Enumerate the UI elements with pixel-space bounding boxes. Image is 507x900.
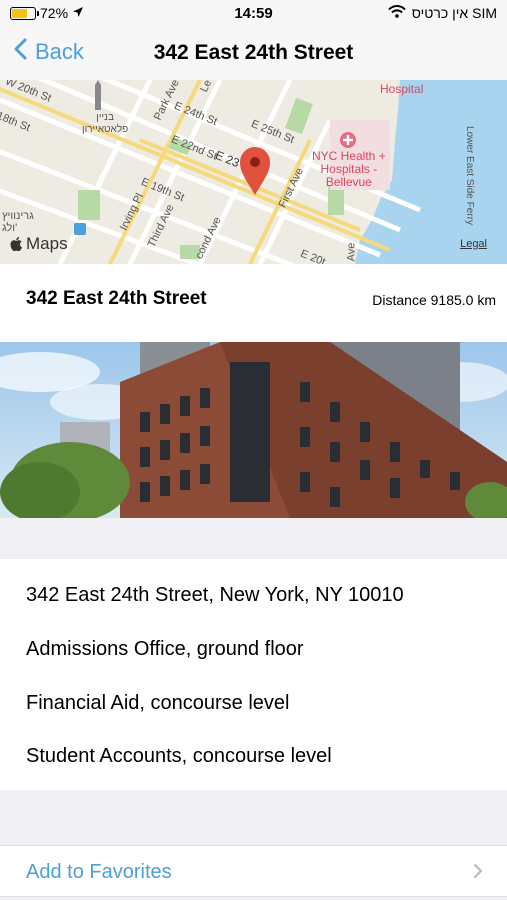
building-photo (0, 342, 507, 518)
location-map[interactable]: W 20th St 18th St E 24th St E 25th St E … (0, 80, 507, 264)
navigation-bar: Back 342 East 24th Street (0, 28, 507, 80)
wifi-icon (388, 5, 406, 21)
back-button[interactable]: Back (14, 38, 84, 66)
legal-link[interactable]: Legal (460, 238, 487, 250)
landmark-label-line: פלאטאיירון (82, 124, 129, 135)
status-bar: 72% 14:59 אין כרטיס SIM (0, 0, 507, 28)
hospital-label: NYC Health + Hospitals - Bellevue (312, 150, 386, 189)
neighborhood-label: גרינוויץ ולג' (2, 210, 34, 234)
location-details: 342 East 24th Street, New York, NY 10010… (0, 559, 507, 790)
add-to-favorites-label: Add to Favorites (26, 861, 172, 883)
neighborhood-label-line: ולג' (2, 222, 18, 234)
address-line: 342 East 24th Street, New York, NY 10010 (26, 584, 404, 606)
location-header: 342 East 24th Street Distance 9185.0 km (0, 264, 507, 342)
map-background (0, 80, 507, 264)
location-title: 342 East 24th Street (26, 288, 207, 309)
back-label: Back (35, 39, 84, 64)
maps-logo-text: Maps (26, 234, 68, 253)
apple-icon (10, 236, 24, 252)
hospital-label-line: NYC Health + (312, 149, 386, 163)
add-to-favorites-button[interactable]: Add to Favorites (0, 845, 507, 897)
carrier-label: אין כרטיס SIM (411, 5, 497, 21)
hospital-label-line: Hospitals - (320, 162, 378, 176)
hospital-label-line: Bellevue (325, 175, 372, 189)
chevron-left-icon (14, 38, 27, 66)
detail-line: Student Accounts, concourse level (26, 745, 332, 767)
maps-logo: Maps (10, 234, 68, 254)
status-right: אין כרטיס SIM (388, 5, 497, 21)
street-label: Ave (345, 242, 358, 262)
chevron-right-icon (473, 863, 483, 884)
street-label: Lower East Side Ferry (463, 126, 475, 225)
detail-line: Financial Aid, concourse level (26, 692, 290, 714)
distance-label: Distance 9185.0 km (372, 292, 496, 308)
detail-line: Admissions Office, ground floor (26, 638, 304, 660)
hospital-top-label: Hospital (380, 82, 424, 96)
neighborhood-label-line: גרינוויץ (2, 210, 34, 222)
landmark-label: בניין פלאטאיירון (82, 112, 128, 136)
landmark-label-line: בניין (96, 112, 114, 123)
